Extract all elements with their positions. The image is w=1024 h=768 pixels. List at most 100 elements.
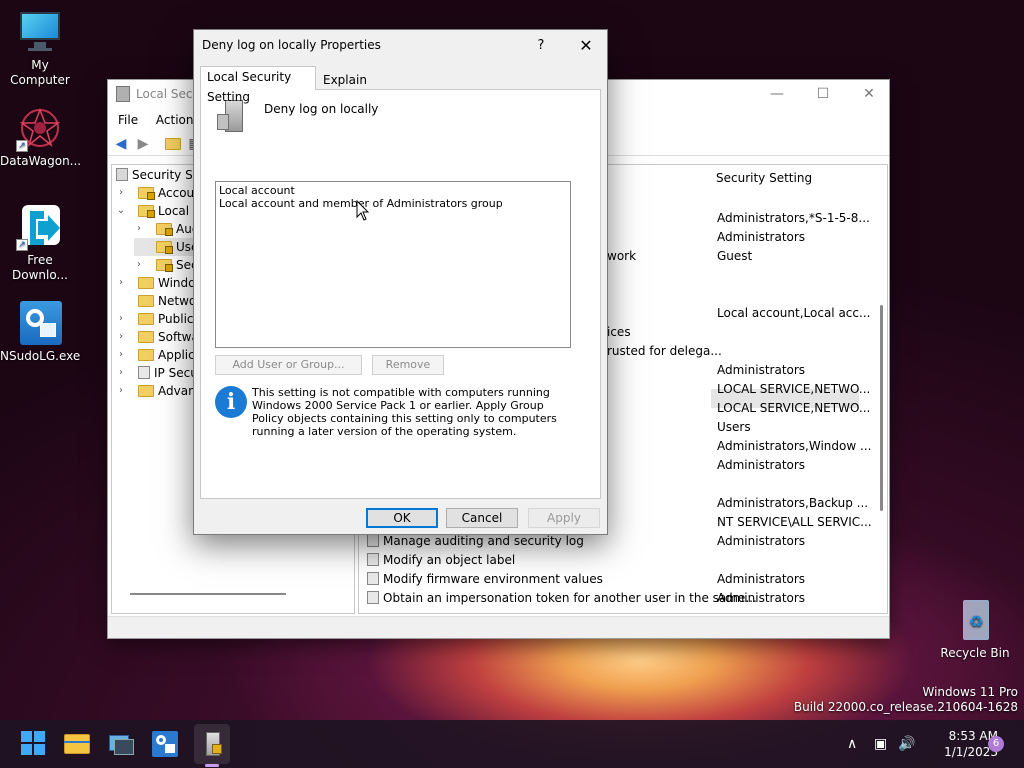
start-windows-icon[interactable]	[20, 730, 48, 758]
chevron-right-icon[interactable]: ›	[116, 382, 126, 400]
network-icon[interactable]: ▣	[874, 720, 887, 768]
list-row-setting[interactable]: Administrators,Window ...	[717, 437, 871, 456]
windows-watermark: Windows 11 Pro Build 22000.co_release.21…	[794, 685, 1018, 715]
chevron-right-icon[interactable]: ›	[134, 256, 144, 274]
account-item[interactable]: Local account	[216, 184, 570, 197]
list-row-policy-fragment[interactable]: ices	[607, 323, 631, 342]
ok-button[interactable]: OK	[366, 508, 438, 528]
chevron-right-icon[interactable]: ›	[116, 184, 126, 202]
nsudo-taskbar-icon[interactable]	[151, 730, 179, 758]
tree-horizontal-scrollbar[interactable]	[130, 593, 286, 595]
show-hidden-icons-chevron-icon[interactable]: ∧	[847, 720, 857, 768]
column-header-security-setting[interactable]: Security Setting	[716, 169, 812, 188]
clock-date: 1/1/2023	[944, 745, 998, 759]
task-view-icon[interactable]	[107, 730, 135, 758]
chevron-right-icon[interactable]: ›	[116, 346, 126, 364]
list-row-setting[interactable]: NT SERVICE\ALL SERVIC...	[717, 513, 872, 532]
taskbar: ∧ ▣ 🔊 8:53 AM 1/1/2023	[0, 720, 1024, 768]
list-row-policy[interactable]: Obtain an impersonation token for anothe…	[367, 589, 757, 608]
list-row-setting[interactable]: Administrators,Backup ...	[717, 494, 868, 513]
policy-icon	[367, 553, 379, 566]
close-button[interactable]: ✕	[846, 80, 892, 108]
folder-icon	[138, 295, 154, 307]
desktop-icon-free-download[interactable]: ↗ Free Downlo...	[0, 205, 80, 283]
tree-item-windows-firewall[interactable]: › Windov	[116, 274, 203, 292]
minimize-button[interactable]: —	[754, 80, 800, 108]
account-item[interactable]: Local account and member of Administrato…	[216, 197, 570, 210]
list-row-setting[interactable]: Users	[717, 418, 751, 437]
chevron-right-icon[interactable]: ›	[134, 220, 144, 238]
list-row-policy[interactable]: Modify an object label	[367, 551, 515, 570]
security-settings-icon	[116, 168, 128, 181]
file-explorer-icon[interactable]	[63, 730, 91, 758]
desktop-icon-label: DataWagon...	[0, 154, 82, 168]
remove-button[interactable]: Remove	[372, 355, 444, 375]
desktop-icon-my-computer[interactable]: My Computer	[0, 10, 80, 88]
list-row-setting[interactable]: Guest	[717, 247, 752, 266]
chevron-right-icon[interactable]: ›	[116, 274, 126, 292]
volume-icon[interactable]: 🔊	[898, 720, 915, 768]
list-row-setting[interactable]: Administrators	[717, 456, 805, 475]
tree-item-ip-security[interactable]: › IP Secu	[116, 364, 198, 382]
desktop-icon-recycle-bin[interactable]: ♻ Recycle Bin	[935, 598, 1015, 661]
list-row-policy[interactable]: Modify firmware environment values	[367, 570, 603, 589]
accounts-list[interactable]: Local account Local account and member o…	[215, 181, 571, 348]
chevron-down-icon[interactable]: ⌄	[116, 202, 126, 220]
tree-item-software-restriction[interactable]: › Softwa	[116, 328, 199, 346]
desktop-icon-datawagon[interactable]: ↗ DataWagon...	[0, 106, 82, 169]
maximize-button[interactable]: ☐	[800, 80, 846, 108]
tree-item-advanced-audit[interactable]: › Advanc	[116, 382, 202, 400]
folder-icon	[138, 349, 154, 361]
datawagon-icon: ↗	[16, 106, 62, 152]
list-row-setting[interactable]: Administrators	[717, 228, 805, 247]
tree-item-network-list[interactable]: Networ	[116, 292, 201, 310]
menu-file[interactable]: File	[118, 113, 138, 127]
cancel-button[interactable]: Cancel	[446, 508, 518, 528]
list-row-setting[interactable]: Administrators,*S-1-5-8...	[717, 209, 870, 228]
clock-time: 8:53 AM	[948, 729, 998, 743]
list-row-setting[interactable]: Local account,Local acc...	[717, 304, 870, 323]
list-row-setting[interactable]: Administrators	[717, 589, 805, 608]
tree-item-application-control[interactable]: › Applica	[116, 346, 202, 364]
list-row-setting[interactable]: Administrators	[717, 532, 805, 551]
properties-dialog: Deny log on locally Properties ? ✕ Local…	[193, 29, 608, 535]
monitor-icon	[18, 10, 62, 54]
list-row-setting[interactable]: Administrators	[717, 361, 805, 380]
list-row-setting[interactable]: LOCAL SERVICE,NETWO...	[717, 380, 870, 399]
folder-icon	[138, 277, 154, 289]
list-row-policy-fragment[interactable]: rusted for delega...	[607, 342, 722, 361]
add-user-or-group-button[interactable]: Add User or Group...	[215, 355, 362, 375]
notification-badge[interactable]: 6	[988, 736, 1004, 752]
back-arrow-icon[interactable]: ◀	[112, 136, 130, 152]
apply-button[interactable]: Apply	[528, 508, 600, 528]
desktop-icon-label: My Computer	[10, 58, 70, 87]
tree-item-account-policies[interactable]: › Accoun	[116, 184, 202, 202]
list-row-setting[interactable]: LOCAL SERVICE,NETWO...	[717, 399, 870, 418]
lsp-title: Local Secu	[136, 87, 201, 101]
list-vertical-scrollbar[interactable]	[880, 305, 883, 511]
policy-folder-icon	[156, 241, 173, 254]
list-row-policy-fragment[interactable]: work	[607, 247, 636, 266]
clock[interactable]: 8:53 AM 1/1/2023	[918, 728, 998, 760]
tree-item-public-key[interactable]: › Public I	[116, 310, 201, 328]
forward-arrow-icon[interactable]: ▶	[134, 136, 152, 152]
chevron-right-icon[interactable]: ›	[116, 364, 126, 382]
tree-item-local-policies[interactable]: ⌄ Local P	[116, 202, 200, 220]
tree-item-security-settings[interactable]: Security Se	[116, 166, 200, 184]
tree-item-security-options[interactable]: › Sec	[134, 256, 198, 274]
desktop-icon-label: NSudoLG.exe	[0, 349, 81, 363]
chevron-right-icon[interactable]: ›	[116, 328, 126, 346]
dialog-close-button[interactable]: ✕	[566, 34, 606, 58]
desktop-icon-nsudolg[interactable]: NSudoLG.exe	[0, 301, 80, 364]
help-button[interactable]: ?	[526, 34, 556, 58]
chevron-right-icon[interactable]: ›	[116, 310, 126, 328]
tab-local-security-setting[interactable]: Local Security Setting	[200, 66, 316, 104]
watermark-edition: Windows 11 Pro	[922, 685, 1018, 699]
local-security-policy-taskbar-icon[interactable]	[198, 730, 226, 758]
up-folder-icon[interactable]	[164, 136, 182, 152]
tree-item-audit-policy[interactable]: › Aud	[134, 220, 199, 238]
menu-action[interactable]: Action	[156, 113, 194, 127]
list-row-setting[interactable]: Administrators	[717, 570, 805, 589]
lsp-statusbar	[108, 616, 889, 638]
folder-icon	[138, 313, 154, 325]
